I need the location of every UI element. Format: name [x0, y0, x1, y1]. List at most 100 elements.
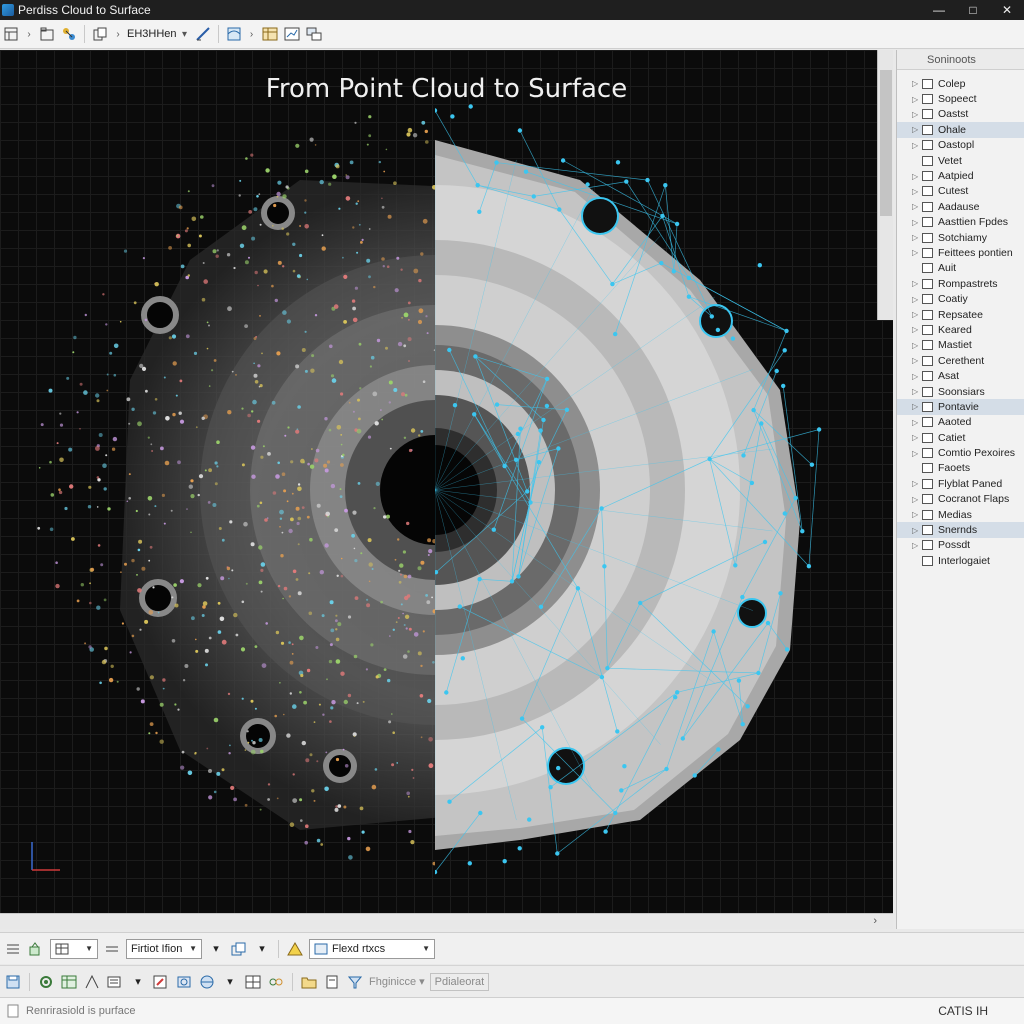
measure-icon[interactable] — [83, 973, 101, 991]
filter-dropdown[interactable]: Firtiot Ifion ▼ — [126, 938, 202, 959]
expand-toggle-icon[interactable]: ▷ — [912, 310, 922, 319]
expand-toggle-icon[interactable]: ▷ — [912, 449, 922, 458]
workbench-dropdown[interactable]: EH3HHen ▾ — [127, 28, 190, 40]
tree-item[interactable]: ▷ Aatpied — [897, 168, 1024, 183]
tools-icon[interactable] — [267, 973, 285, 991]
viewport-vertical-scrollbar[interactable] — [877, 50, 893, 320]
scroll-right-icon[interactable]: › — [873, 915, 877, 927]
expand-toggle-icon[interactable]: ▷ — [912, 79, 922, 88]
tree-item[interactable]: ▷ Asat — [897, 368, 1024, 383]
filter-icon[interactable] — [346, 973, 364, 991]
properties-icon[interactable] — [106, 973, 124, 991]
hint-label[interactable]: Fhginicce ▾ — [369, 975, 425, 988]
tree-item[interactable]: ▷ Sotchiamy — [897, 230, 1024, 245]
chevron-down-icon[interactable]: ▾ — [221, 973, 239, 991]
tree-item[interactable]: ▷ Mastiet — [897, 338, 1024, 353]
tree-item[interactable]: ▷ Cerethent — [897, 353, 1024, 368]
expand-toggle-icon[interactable]: ▷ — [912, 402, 922, 411]
tree-item[interactable]: ▷ Repsatee — [897, 307, 1024, 322]
warning-icon[interactable] — [286, 940, 304, 958]
tree-item[interactable]: ▷ Cutest — [897, 184, 1024, 199]
expand-toggle-icon[interactable]: ▷ — [912, 387, 922, 396]
table-icon[interactable] — [261, 25, 279, 43]
expand-toggle-icon[interactable]: ▷ — [912, 187, 922, 196]
save-icon[interactable] — [4, 973, 22, 991]
mesh-tool-icon[interactable] — [60, 25, 78, 43]
param-field[interactable]: Pdialeorat — [429, 972, 490, 991]
expand-toggle-icon[interactable]: ▷ — [912, 418, 922, 427]
tree-item[interactable]: ▷ Colep — [897, 76, 1024, 91]
tree-item[interactable]: ▷ Cocranot Flaps — [897, 492, 1024, 507]
tree-item[interactable]: ▷ Oastst — [897, 107, 1024, 122]
expand-toggle-icon[interactable]: ▷ — [912, 202, 922, 211]
tree-item[interactable]: Faoets — [897, 461, 1024, 476]
swap-icon[interactable] — [103, 940, 121, 958]
tree-item[interactable]: ▷ Ohale — [897, 122, 1024, 138]
scrollbar-thumb[interactable] — [880, 70, 892, 216]
tree-item[interactable]: ▷ Sopeect — [897, 91, 1024, 106]
chevron-down-icon[interactable]: ▾ — [253, 940, 271, 958]
expand-toggle-icon[interactable]: ▷ — [912, 495, 922, 504]
arrow-dropdown-icon[interactable]: ▾ — [207, 940, 225, 958]
view-mode-dropdown[interactable]: ▼ — [50, 938, 98, 959]
tree-item[interactable]: ▷ Soonsiars — [897, 384, 1024, 399]
tree-item[interactable]: ▷ Possdt — [897, 538, 1024, 553]
chart-icon[interactable] — [283, 25, 301, 43]
tree-item[interactable]: ▷ Aadause — [897, 199, 1024, 214]
expand-toggle-icon[interactable]: ▷ — [912, 218, 922, 227]
expand-toggle-icon[interactable]: ▷ — [912, 341, 922, 350]
tree-item[interactable]: ▷ Catiet — [897, 430, 1024, 445]
expand-toggle-icon[interactable]: ▷ — [912, 433, 922, 442]
folder-icon[interactable] — [38, 25, 56, 43]
part-icon[interactable] — [175, 973, 193, 991]
globe-icon[interactable] — [198, 973, 216, 991]
fixed-axes-dropdown[interactable]: Flexd rtxcs ▼ — [309, 938, 435, 959]
tree-item[interactable]: ▷ Oastopl — [897, 138, 1024, 153]
expand-toggle-icon[interactable]: ▷ — [912, 125, 922, 134]
viewport-horizontal-scrollbar[interactable]: › — [0, 913, 893, 929]
clone-icon[interactable] — [230, 940, 248, 958]
tree-item[interactable]: Interlogaiet — [897, 553, 1024, 568]
minimize-button[interactable]: — — [922, 0, 956, 20]
expand-toggle-icon[interactable]: ▷ — [912, 110, 922, 119]
spreadsheet-icon[interactable] — [60, 973, 78, 991]
sketch-pen-icon[interactable] — [194, 25, 212, 43]
tree-item[interactable]: ▷ Coatiy — [897, 291, 1024, 306]
tree-item[interactable]: ▷ Snernds — [897, 522, 1024, 538]
chevron-down-icon[interactable]: ▾ — [129, 973, 147, 991]
shape-add-icon[interactable] — [27, 940, 45, 958]
expand-toggle-icon[interactable]: ▷ — [912, 233, 922, 242]
maximize-button[interactable]: □ — [956, 0, 990, 20]
tree-item[interactable]: Auit — [897, 261, 1024, 276]
list-icon[interactable] — [4, 940, 22, 958]
surface-tool-icon[interactable] — [225, 25, 243, 43]
tree-item[interactable]: ▷ Keared — [897, 322, 1024, 337]
expand-toggle-icon[interactable]: ▷ — [912, 541, 922, 550]
expand-toggle-icon[interactable]: ▷ — [912, 172, 922, 181]
tree-item[interactable]: ▷ Aaoted — [897, 415, 1024, 430]
tree-item[interactable]: ▷ Pontavie — [897, 399, 1024, 415]
expand-toggle-icon[interactable]: ▷ — [912, 479, 922, 488]
expand-toggle-icon[interactable]: ▷ — [912, 356, 922, 365]
tree-item[interactable]: ▷ Feittees pontien — [897, 245, 1024, 260]
tree-item[interactable]: ▷ Comtio Pexoires — [897, 445, 1024, 460]
expand-toggle-icon[interactable]: ▷ — [912, 248, 922, 257]
tree-item[interactable]: ▷ Flyblat Paned — [897, 476, 1024, 491]
copy-icon[interactable] — [91, 25, 109, 43]
tree-item[interactable]: ▷ Rompastrets — [897, 276, 1024, 291]
3d-viewport[interactable]: From Point Cloud to Surface — [0, 50, 893, 913]
expand-toggle-icon[interactable]: ▷ — [912, 141, 922, 150]
open-folder-icon[interactable] — [300, 973, 318, 991]
document-icon[interactable] — [323, 973, 341, 991]
expand-toggle-icon[interactable]: ▷ — [912, 295, 922, 304]
expand-toggle-icon[interactable]: ▷ — [912, 510, 922, 519]
expand-toggle-icon[interactable]: ▷ — [912, 279, 922, 288]
grid-menu-icon[interactable] — [2, 25, 20, 43]
expand-toggle-icon[interactable]: ▷ — [912, 325, 922, 334]
tree-item[interactable]: Vetet — [897, 153, 1024, 168]
grid-icon[interactable] — [244, 973, 262, 991]
tree-item[interactable]: ▷ Medias — [897, 507, 1024, 522]
expand-toggle-icon[interactable]: ▷ — [912, 95, 922, 104]
expand-toggle-icon[interactable]: ▷ — [912, 372, 922, 381]
close-button[interactable]: ✕ — [990, 0, 1024, 20]
